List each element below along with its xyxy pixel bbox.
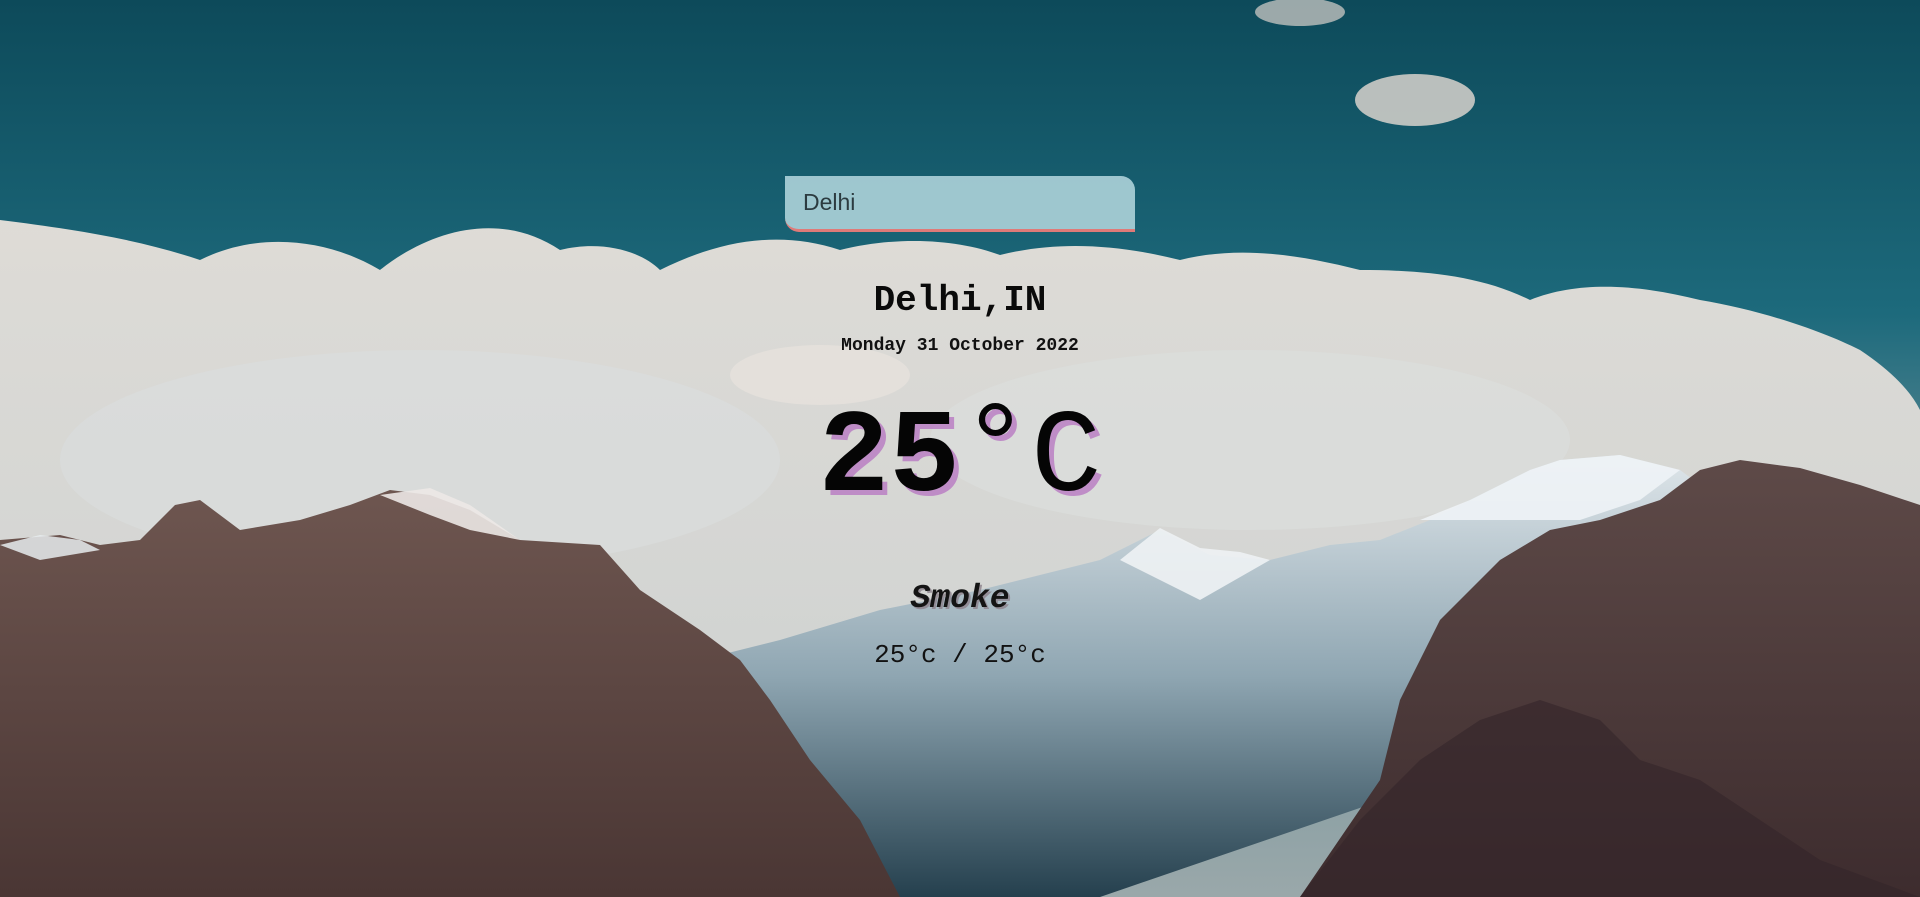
location-title: Delhi,IN	[873, 280, 1047, 321]
current-date: Monday 31 October 2022	[841, 336, 1079, 356]
temperature-value: 25	[818, 393, 960, 526]
weather-condition: Smoke	[910, 580, 1010, 617]
degree-symbol: °	[960, 385, 1031, 518]
weather-app: Delhi,IN Monday 31 October 2022 25°C Smo…	[0, 0, 1920, 897]
high-low-temperature: 25°c / 25°c	[874, 640, 1046, 670]
city-search-input[interactable]	[785, 176, 1135, 232]
temperature-unit: C	[1030, 393, 1102, 526]
temperature-display: 25°C	[0, 387, 1920, 526]
